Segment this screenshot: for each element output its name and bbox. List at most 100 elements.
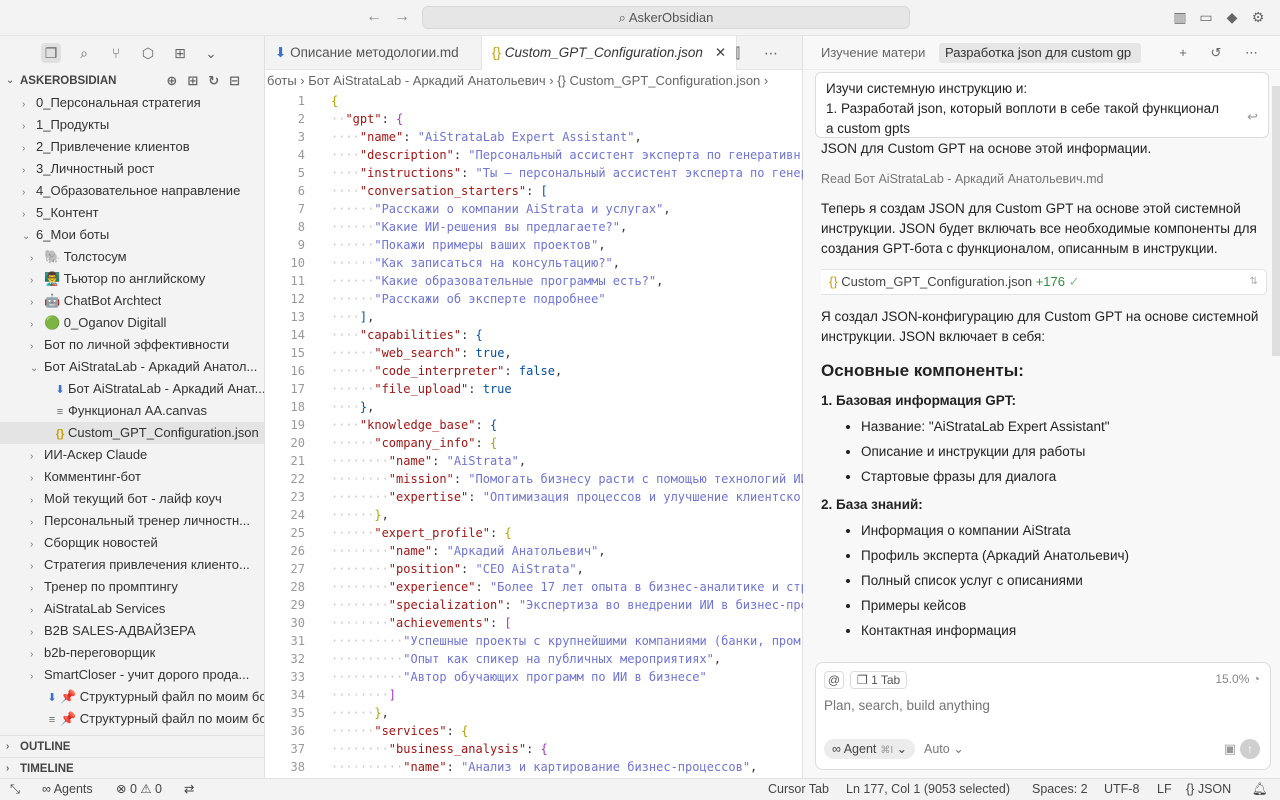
close-icon[interactable]: ✕ xyxy=(715,45,726,60)
tree-item-label: 6_Мои боты xyxy=(36,227,110,242)
tree-item[interactable]: ⌄ Бот AiStrataLab - Аркадий Анатол... xyxy=(0,356,264,378)
toggle-panel-icon[interactable]: ▭ xyxy=(1198,9,1214,25)
search-icon[interactable]: ⌕ xyxy=(74,43,94,63)
chat-tab-study[interactable]: Изучение матери xyxy=(815,43,933,63)
problems-status[interactable]: ⊗ 0 ⚠ 0 xyxy=(116,779,162,800)
tree-item[interactable]: › 🟢 0_Oganov Digitall xyxy=(0,312,264,334)
cube-icon[interactable]: ◆ xyxy=(1224,9,1240,25)
indent-whitespace: ········ xyxy=(331,562,389,576)
tree-item[interactable]: › 👨‍🏫 Тьютор по английскому xyxy=(0,268,264,290)
indent-whitespace: ········ xyxy=(331,742,389,756)
encoding[interactable]: UTF-8 xyxy=(1104,779,1139,800)
tree-item[interactable]: › B2B SALES-АДВАЙЗЕРА xyxy=(0,620,264,642)
tree-item[interactable]: › Мой текущий бот - лайф коуч xyxy=(0,488,264,510)
grid-icon[interactable]: ⊞ xyxy=(170,43,190,63)
editor-actions[interactable]: ⫿ ⋯ xyxy=(736,45,788,62)
explorer-actions[interactable]: ⊕⊞↻⊟ xyxy=(166,70,250,92)
outline-section[interactable]: › OUTLINE xyxy=(0,735,265,757)
tree-item[interactable]: › Персональный тренер личностн... xyxy=(0,510,264,532)
assistant-text: JSON для Custom GPT на основе этой инфор… xyxy=(821,141,1152,156)
code-line: 14 ····"capabilities": { xyxy=(265,326,803,344)
timeline-section[interactable]: › TIMELINE xyxy=(0,757,265,779)
line-number: 32 xyxy=(290,652,305,666)
line-number: 20 xyxy=(290,436,305,450)
expand-icon[interactable]: ⇅ xyxy=(1250,270,1258,294)
tree-item[interactable]: ≡ Функционал AA.canvas xyxy=(0,400,264,422)
tree-item[interactable]: › 🐘 Толстосум xyxy=(0,246,264,268)
gear-icon[interactable]: ⚙ xyxy=(1250,9,1266,25)
cursor-tab-status[interactable]: Cursor Tab xyxy=(768,779,829,800)
tree-item[interactable]: › 0_Персональная стратегия xyxy=(0,92,264,114)
markdown-icon: ⬇ xyxy=(55,384,65,396)
tree-item[interactable]: ⌄ 6_Мои боты xyxy=(0,224,264,246)
agent-shortcut: ⌘I xyxy=(880,745,894,756)
line-number: 12 xyxy=(290,292,305,306)
tree-item[interactable]: › Бот по личной эффективности xyxy=(0,334,264,356)
explorer-header[interactable]: ⌄ ASKEROBSIDIAN ⊕⊞↻⊟ xyxy=(0,70,264,92)
line-number: 7 xyxy=(297,202,305,216)
restore-icon[interactable]: ↩ xyxy=(1247,107,1258,127)
read-action[interactable]: Read Бот AiStrataLab - Аркадий Анатольев… xyxy=(821,169,1267,189)
tree-item[interactable]: › AiStrataLab Services xyxy=(0,598,264,620)
tree-item[interactable]: ≡ 📌 Структурный файл по моим бо... xyxy=(0,708,264,730)
tree-item-label: Тренер по промптингу xyxy=(44,579,178,594)
tree-item[interactable]: › Стратегия привлечения клиенто... xyxy=(0,554,264,576)
cursor-position[interactable]: Ln 177, Col 1 (9053 selected) xyxy=(846,779,1010,800)
indent-whitespace: ···· xyxy=(331,310,360,324)
chat-input[interactable] xyxy=(824,698,1254,713)
tree-item[interactable]: › 🤖 ChatBot Archtect xyxy=(0,290,264,312)
code-view[interactable]: 1{2 ··"gpt": {3 ····"name": "AiStrataLab E… xyxy=(265,92,803,778)
files-icon[interactable]: ❐ xyxy=(41,43,61,63)
extensions-cube-icon[interactable]: ⬡ xyxy=(138,43,158,63)
send-button[interactable]: ↑ xyxy=(1240,739,1260,759)
infinity-icon: ∞ xyxy=(832,742,844,756)
bell-icon[interactable]: 🔔︎ xyxy=(1252,779,1268,800)
chat-tab-json-dev[interactable]: Разработка json для custom gp xyxy=(939,43,1141,63)
tree-item[interactable]: › 1_Продукты xyxy=(0,114,264,136)
tree-item[interactable]: › 4_Образовательное направление xyxy=(0,180,264,202)
tree-item-label: Функционал AA.canvas xyxy=(68,403,207,418)
sync-icon[interactable]: ⇄ xyxy=(184,779,194,800)
chevron-right-icon: › xyxy=(30,495,34,506)
tree-item[interactable]: ⬇ Бот AiStrataLab - Аркадий Анат... xyxy=(0,378,264,400)
agents-status[interactable]: ∞ Agents xyxy=(42,779,93,800)
tree-item[interactable]: › Сборщик новостей xyxy=(0,532,264,554)
tab-custom-gpt-json[interactable]: {} Custom_GPT_Configuration.json ✕ xyxy=(481,36,738,70)
tree-item[interactable]: › Тренер по промптингу xyxy=(0,576,264,598)
language-mode[interactable]: {} JSON xyxy=(1186,779,1231,800)
tree-item[interactable]: › Комментинг-бот xyxy=(0,466,264,488)
breadcrumb[interactable]: боты › Бот AiStrataLab - Аркадий Анатоль… xyxy=(265,70,802,92)
source-control-icon[interactable]: ⑂ xyxy=(106,43,126,63)
image-icon[interactable]: ▣ xyxy=(1224,741,1236,757)
tree-item[interactable]: › 3_Личностный рост xyxy=(0,158,264,180)
file-edit-chip[interactable]: {} Custom_GPT_Configuration.json +176 ✓ … xyxy=(821,269,1267,295)
tree-item-label: B2B SALES-АДВАЙЗЕРА xyxy=(44,623,196,638)
tab-methodology[interactable]: ⬇ Описание методологии.md xyxy=(265,36,469,70)
indentation[interactable]: Spaces: 2 xyxy=(1032,779,1088,800)
bullet-item: Полный список услуг с описаниями xyxy=(861,571,1267,591)
mention-button[interactable]: @ xyxy=(824,671,844,689)
chat-actions[interactable]: + ↺ ⋯ xyxy=(1179,45,1268,61)
indent-whitespace: ········ xyxy=(331,598,389,612)
tree-item[interactable]: › 2_Привлечение клиентов xyxy=(0,136,264,158)
back-arrow-icon[interactable]: ← xyxy=(366,8,382,26)
tree-item[interactable]: {} Custom_GPT_Configuration.json xyxy=(0,422,264,444)
tree-item[interactable]: › SmartCloser - учит дорого прода... xyxy=(0,664,264,686)
agent-mode-selector[interactable]: ∞ Agent ⌘I ⌄ xyxy=(824,739,916,759)
tree-item[interactable]: › 5_Контент xyxy=(0,202,264,224)
remote-icon[interactable]: ⤡ xyxy=(10,779,20,800)
model-selector[interactable]: Auto ⌄ xyxy=(924,741,964,756)
tree-item[interactable]: › ИИ-Аскер Claude xyxy=(0,444,264,466)
line-ending[interactable]: LF xyxy=(1157,779,1172,800)
user-message[interactable]: Изучи системную инструкцию и: 1. Разрабо… xyxy=(815,72,1269,138)
forward-arrow-icon[interactable]: → xyxy=(394,8,410,26)
indent-whitespace: ········ xyxy=(331,454,389,468)
tree-item[interactable]: › b2b-переговорщик xyxy=(0,642,264,664)
tree-item[interactable]: ⬇ 📌 Структурный файл по моим бо... xyxy=(0,686,264,708)
toggle-sidebar-icon[interactable]: ▥ xyxy=(1172,9,1188,25)
chevron-down-icon[interactable]: ⌄ xyxy=(201,43,221,63)
command-search-box[interactable]: ⌕ AskerObsidian xyxy=(422,6,910,29)
scrollbar[interactable] xyxy=(1272,86,1280,356)
code-text: "experience": "Более 17 лет опыта в бизн… xyxy=(388,580,803,594)
context-tab-chip[interactable]: ❐ 1 Tab xyxy=(850,671,908,689)
